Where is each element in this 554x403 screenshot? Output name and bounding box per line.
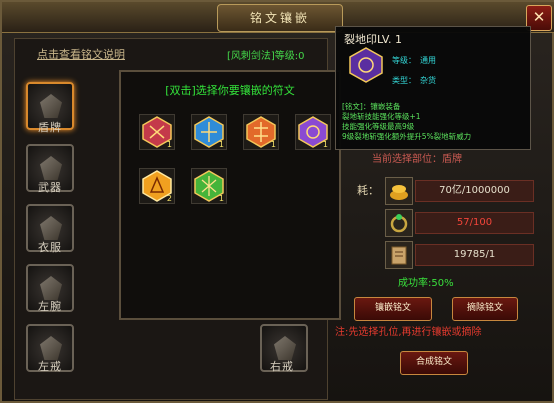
tooltip-line: 9级裂地斩强化额外提升5%裂地斩威力	[342, 132, 472, 141]
inscription-window: 铭文镶嵌 ✕ 点击查看铭文说明 [风刺剑法]等级:0 盾牌 武器 衣服 左腕 左…	[0, 0, 554, 403]
emerald-ring-icon	[385, 209, 413, 237]
compose-button[interactable]: 合成铭文	[400, 351, 468, 375]
cost-item-value: 57/100	[415, 212, 534, 234]
slot-right-ring-label: 右戒	[270, 360, 294, 373]
weapon-icon	[40, 156, 62, 180]
slot-weapon-label: 武器	[38, 181, 62, 194]
rune-picker-title: [双击]选择你要镶嵌的符文	[165, 84, 295, 97]
slot-clothes-label: 衣服	[38, 241, 62, 254]
book-icon	[385, 241, 413, 269]
rune-count: 1	[218, 140, 224, 149]
cost-label: 耗：	[357, 184, 379, 197]
tooltip-grade-value: 通用	[420, 56, 436, 65]
rune-picker-popup: [双击]选择你要镶嵌的符文 1 1 1 1 2 1	[119, 70, 341, 320]
rune-slot-green[interactable]: 1	[191, 168, 227, 204]
rune-slot-purple[interactable]: 1	[295, 114, 331, 150]
rune-count: 2	[166, 194, 172, 203]
tooltip-name: 裂地印LV. 1	[344, 33, 403, 46]
cost-gold-value: 70亿/1000000	[415, 180, 534, 202]
current-slot-label: 当前选择部位：盾牌	[372, 154, 462, 165]
instruction-note: 注:先选择孔位,再进行镶嵌或摘除	[335, 327, 482, 338]
inlay-button[interactable]: 镶嵌铭文	[354, 297, 432, 321]
slot-shield-label: 盾牌	[38, 121, 62, 134]
window-title: 铭文镶嵌	[217, 4, 343, 32]
remove-button[interactable]: 摘除铭文	[452, 297, 518, 321]
shield-icon	[40, 94, 62, 118]
cost-book-value: 19785/1	[415, 244, 534, 266]
armor-icon	[40, 216, 62, 240]
skill-level-info: [风刺剑法]等级:0	[227, 51, 305, 62]
rune-slot-blue[interactable]: 1	[191, 114, 227, 150]
bracer-icon	[40, 276, 62, 300]
tooltip-grade-label: 等级：	[392, 56, 416, 65]
rune-count: 1	[166, 140, 172, 149]
tooltip-rune-icon	[349, 47, 383, 83]
rune-slot-red[interactable]: 1	[139, 114, 175, 150]
rune-count: 1	[322, 140, 328, 149]
slot-left-ring-label: 左戒	[38, 360, 62, 373]
rune-tooltip: 裂地印LV. 1 等级： 通用 类型： 杂货 [铭文]：镶嵌装备 裂地斩技能强化…	[335, 26, 531, 150]
rune-slot-orange[interactable]: 1	[243, 114, 279, 150]
help-link[interactable]: 点击查看铭文说明	[37, 46, 125, 62]
rune-count: 1	[270, 140, 276, 149]
success-rate: 成功率:50%	[398, 278, 454, 289]
ring-icon	[274, 336, 296, 360]
tooltip-type-value: 杂货	[420, 76, 436, 85]
tooltip-type-label: 类型：	[392, 76, 416, 85]
ring-icon	[40, 336, 62, 360]
rune-count: 1	[218, 194, 224, 203]
slot-left-wrist-label: 左腕	[38, 300, 62, 313]
gold-icon	[385, 177, 413, 205]
rune-slot-gold[interactable]: 2	[139, 168, 175, 204]
